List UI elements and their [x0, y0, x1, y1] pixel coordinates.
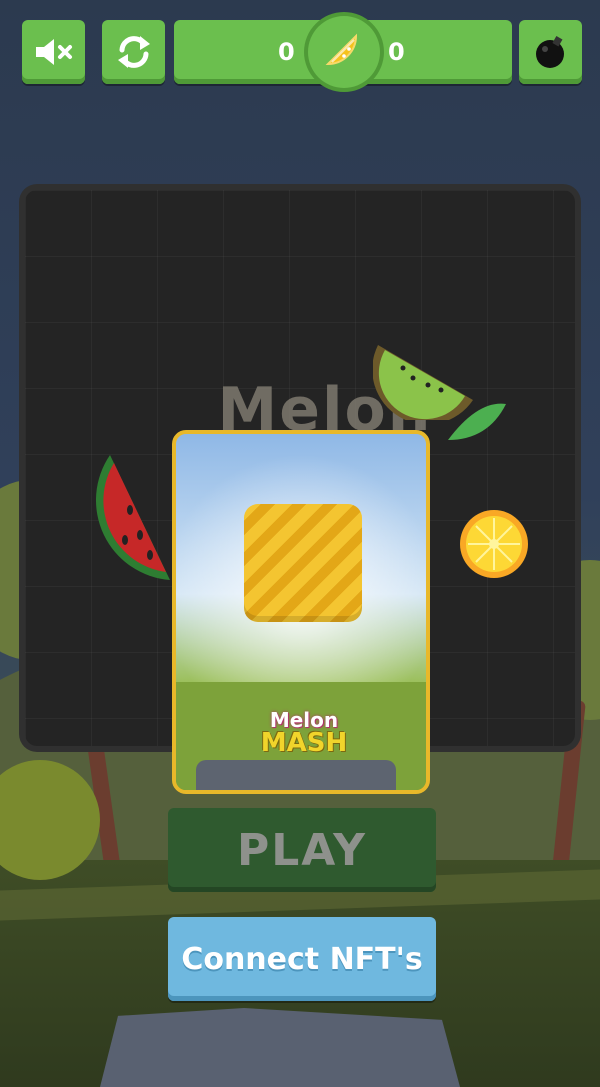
nft-card[interactable]: Melon MASH — [172, 430, 430, 794]
melon-slice-icon — [322, 30, 366, 74]
nft-token-tile — [244, 504, 362, 622]
bomb-button[interactable] — [519, 20, 582, 84]
speaker-muted-icon — [34, 36, 74, 68]
bomb-icon — [532, 33, 570, 71]
card-game-logo: Melon MASH — [234, 710, 374, 756]
play-button[interactable]: PLAY — [168, 808, 436, 892]
restart-icon — [114, 32, 154, 72]
rock — [100, 1008, 460, 1087]
card-logo-bottom-text: MASH — [260, 728, 348, 758]
card-rock — [196, 760, 396, 790]
watermelon-slice-icon — [80, 455, 175, 585]
card-logo-top-text: Melon — [269, 708, 339, 732]
lemon-slice-icon — [458, 508, 530, 580]
mute-button[interactable] — [22, 20, 85, 84]
score-right: 0 — [388, 38, 405, 66]
score-badge — [308, 16, 380, 88]
score-panel: 0 0 — [174, 16, 512, 88]
connect-nfts-button[interactable]: Connect NFT's — [168, 917, 436, 1001]
restart-button[interactable] — [102, 20, 165, 84]
score-left: 0 — [278, 38, 295, 66]
leaf-icon — [448, 400, 508, 450]
